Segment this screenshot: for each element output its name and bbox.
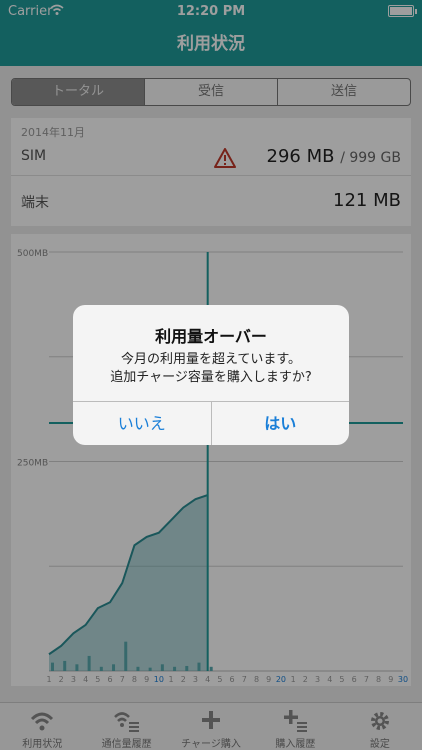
- usage-over-dialog: 利用量オーバー 今月の利用量を超えています。 追加チャージ容量を購入しますか? …: [73, 305, 349, 445]
- dialog-title: 利用量オーバー: [155, 327, 267, 346]
- dialog-buttons: いいえ はい: [73, 401, 349, 445]
- dialog-message-line2: 追加チャージ容量を購入しますか?: [110, 370, 312, 385]
- dialog-message-line1: 今月の利用量を超えています。: [120, 352, 302, 367]
- no-button[interactable]: いいえ: [73, 402, 212, 445]
- yes-button[interactable]: はい: [212, 402, 350, 445]
